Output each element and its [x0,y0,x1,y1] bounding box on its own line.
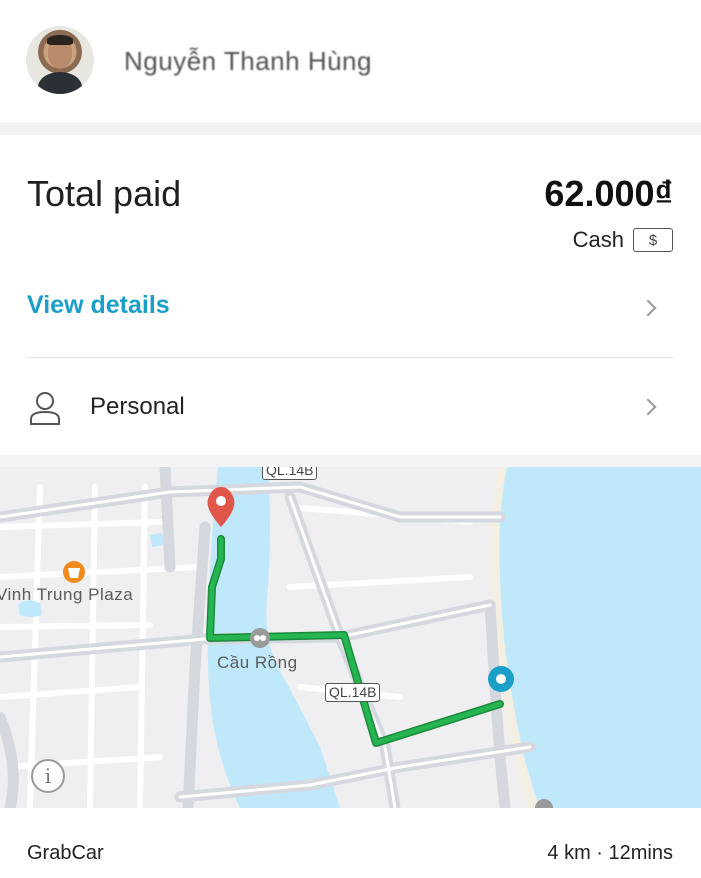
driver-name: Nguyễn Thanh Hùng [124,46,372,76]
info-icon[interactable]: i [31,759,65,793]
trip-summary: GrabCar 4 km · 12mins [0,808,701,878]
driver-header: Nguyễn Thanh Hùng [0,0,701,122]
road-label-ql14b: QL.14B [262,467,318,480]
total-paid-amount: 62.000₫ [544,173,673,214]
person-icon [30,392,60,425]
divider [27,357,674,358]
section-separator [0,122,701,135]
map-label-plaza: Vinh Trung Plaza [0,585,134,604]
payment-method-label: Cash [572,227,624,252]
map-label-bridge: Cầu Rồng [217,653,298,672]
profile-label: Personal [90,393,185,420]
chevron-right-icon[interactable] [639,398,657,416]
view-details-link[interactable]: View details [27,291,170,320]
profile-row-personal[interactable]: Personal [0,363,701,451]
chevron-right-icon[interactable] [639,299,657,317]
trip-map[interactable]: QL.14B QL.14B Vinh Trung Plaza Cầu Rồng … [0,467,701,808]
cash-icon: $ [633,228,673,252]
payment-method: Cash $ [573,227,673,253]
section-separator [0,455,701,467]
trip-distance-duration: 4 km · 12mins [547,842,673,864]
service-type: GrabCar [27,842,104,864]
road-label-ql14b: QL.14B [325,683,381,702]
payment-card: Total paid 62.000₫ Cash $ View details P… [0,135,701,455]
total-paid-label: Total paid [27,173,182,214]
driver-avatar [26,26,94,94]
map-canvas [0,467,701,808]
